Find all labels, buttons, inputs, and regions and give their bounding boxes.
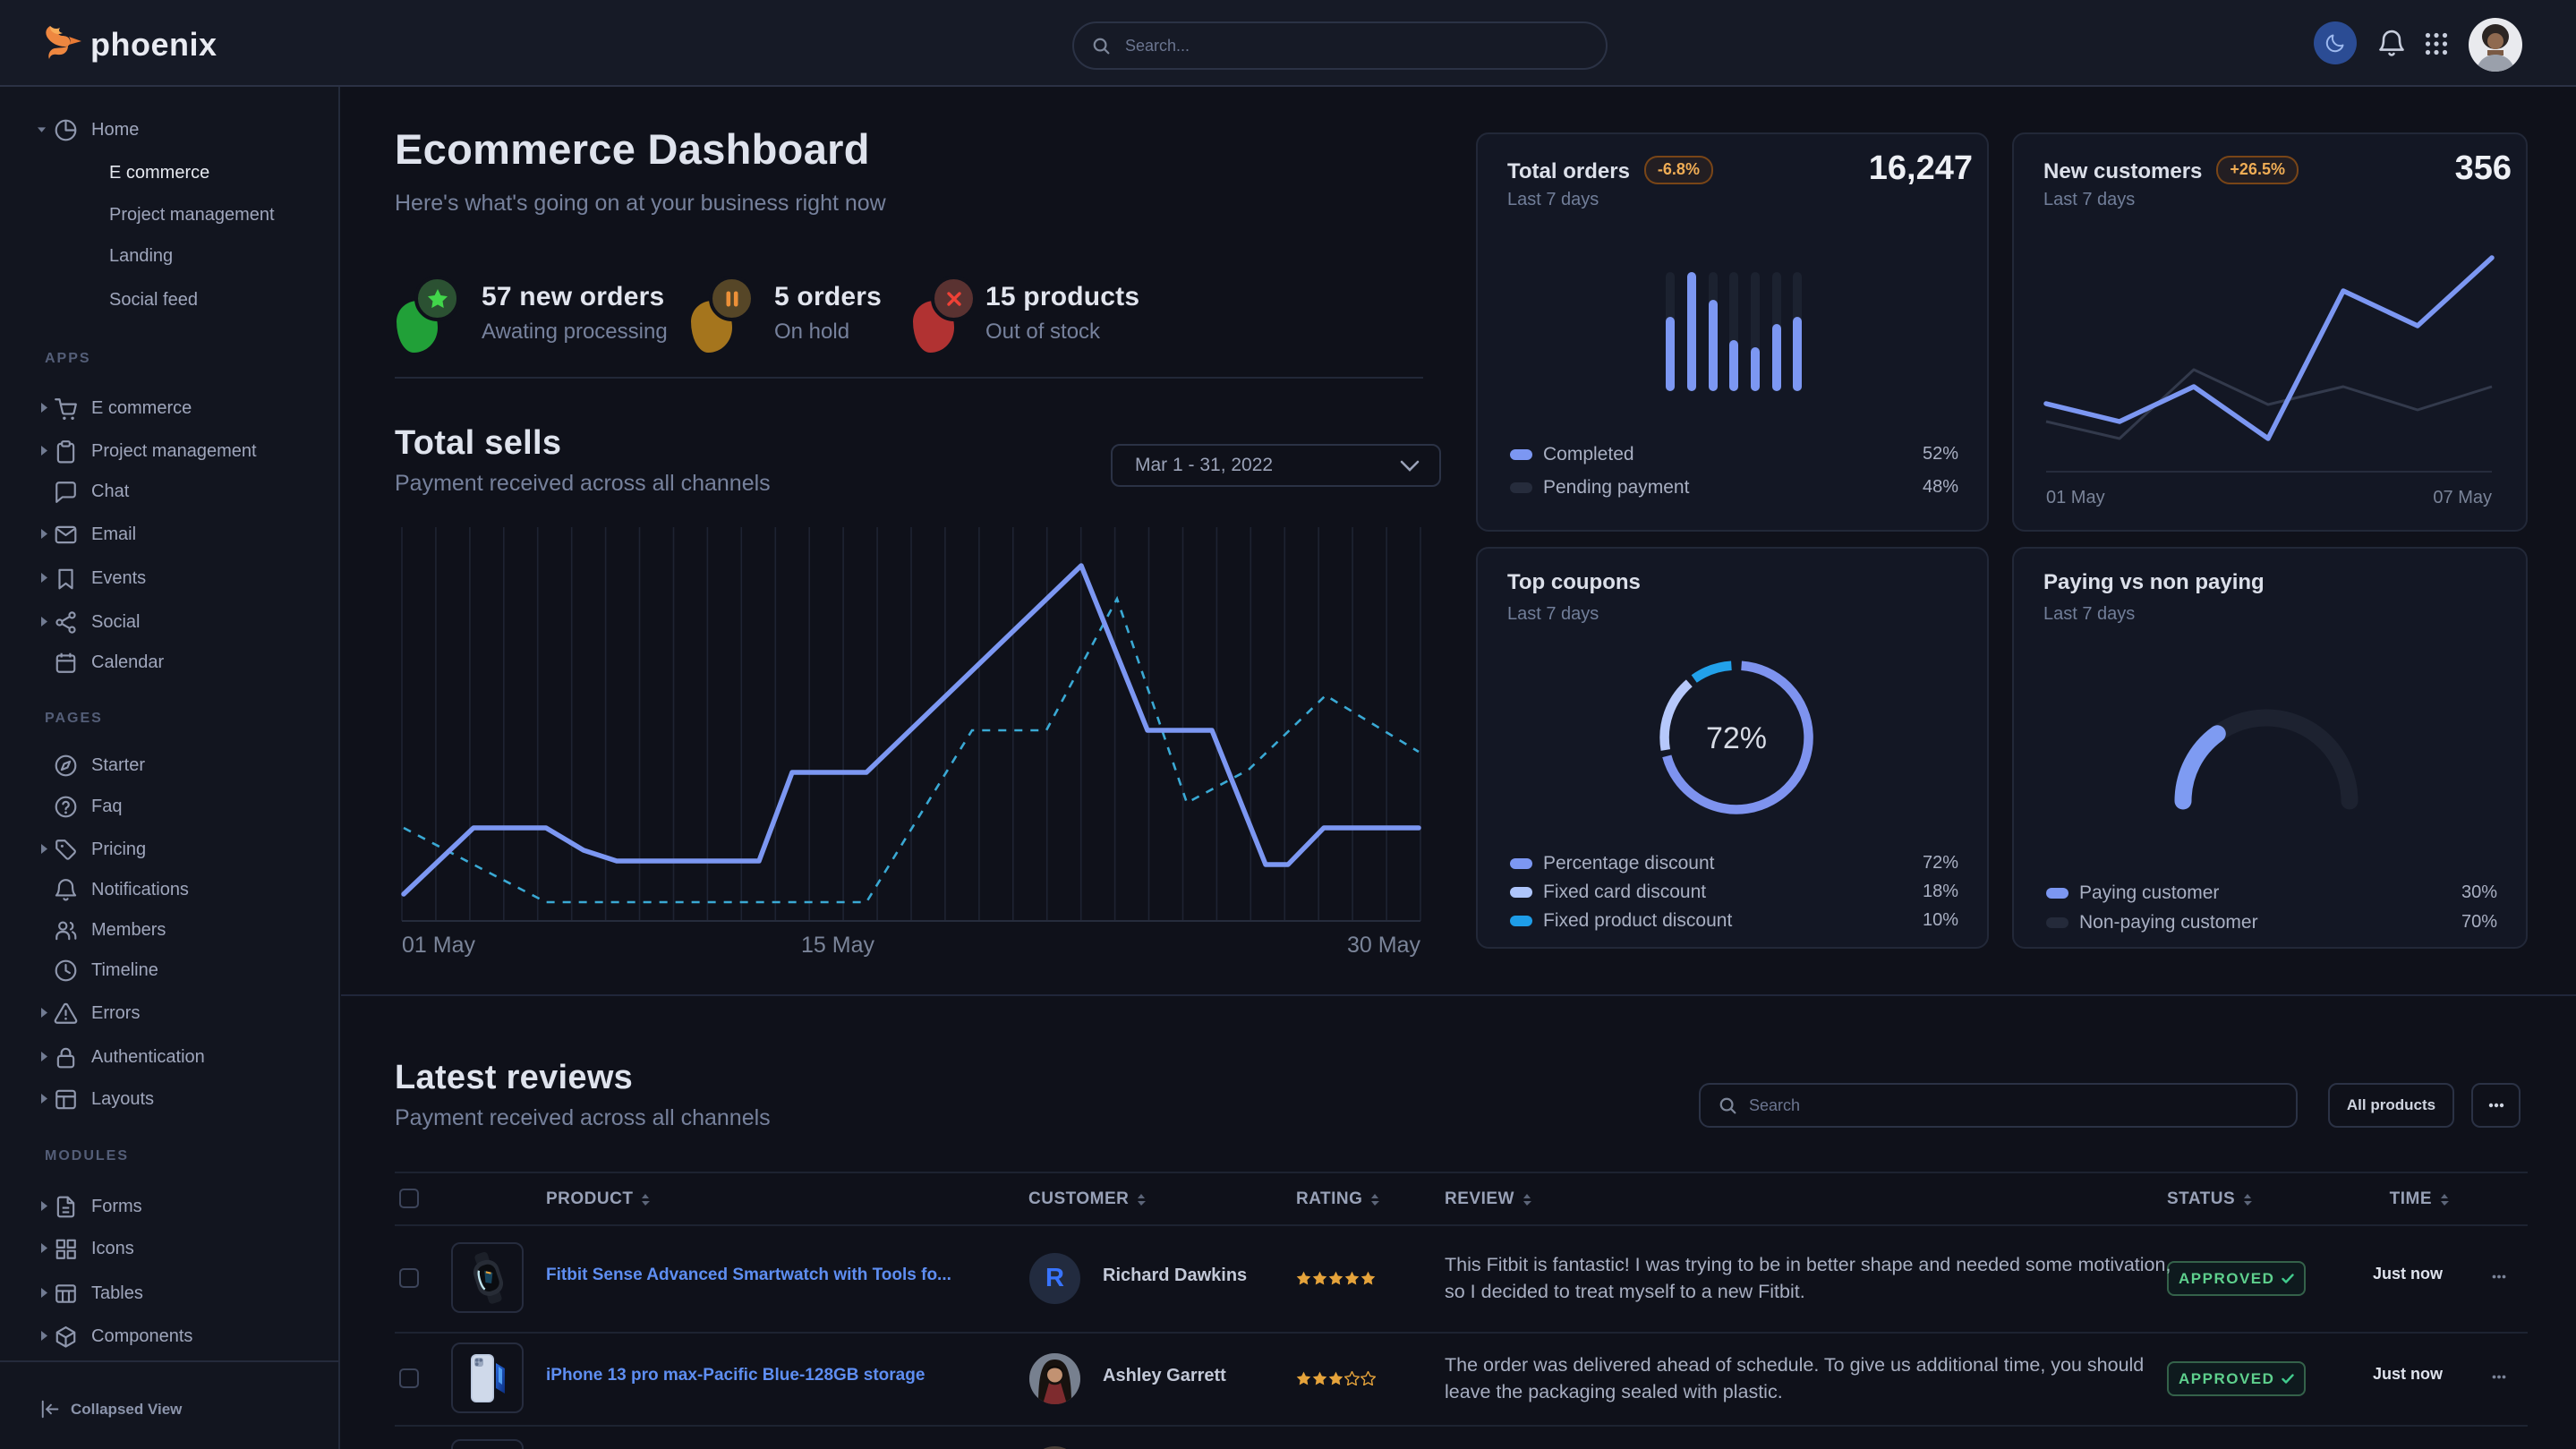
svg-text:30 May: 30 May (1347, 933, 1420, 958)
svg-text:07 May: 07 May (2433, 488, 2492, 507)
svg-text:01 May: 01 May (402, 933, 475, 958)
svg-text:15 May: 15 May (801, 933, 874, 958)
svg-text:72%: 72% (1706, 721, 1767, 755)
svg-text:01 May: 01 May (2046, 488, 2105, 507)
